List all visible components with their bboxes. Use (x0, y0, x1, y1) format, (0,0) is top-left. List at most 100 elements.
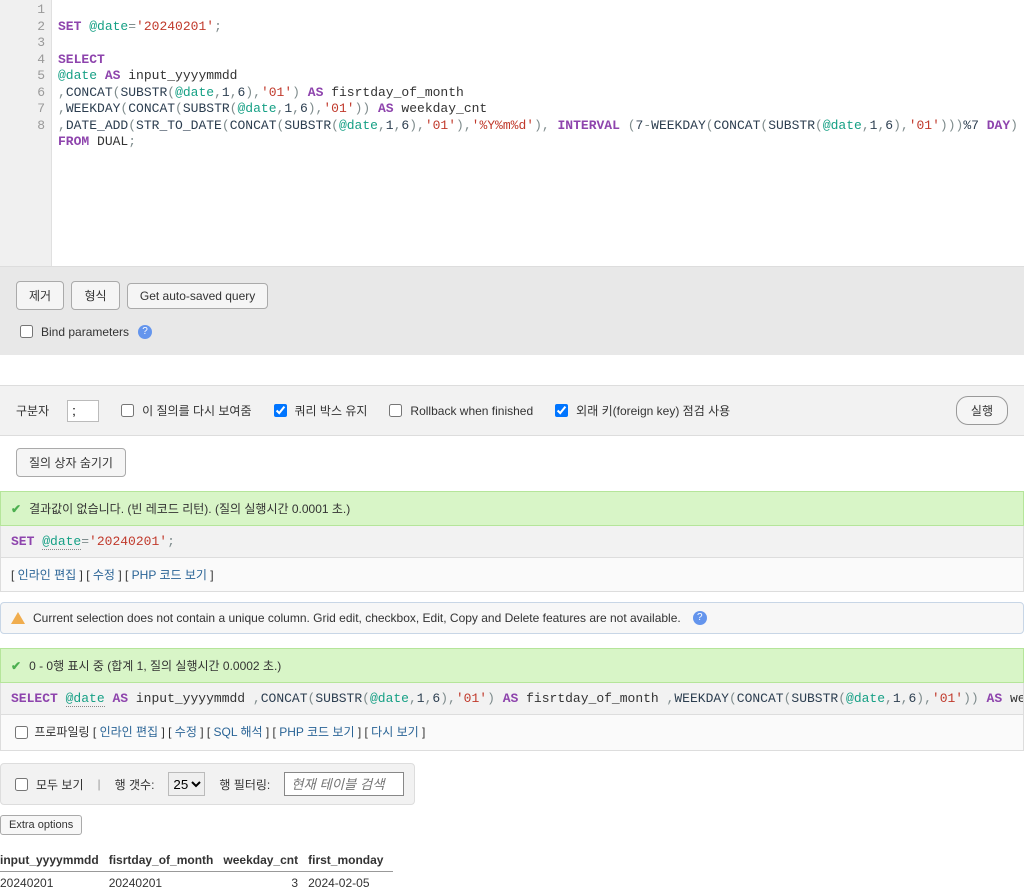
keep-box-checkbox[interactable] (274, 404, 287, 417)
kw-set: SET (11, 534, 34, 549)
date-lit: '20240201' (136, 19, 214, 34)
kw-day: DAY (987, 118, 1010, 133)
row-count-label: 행 갯수: (115, 776, 155, 793)
filter-input[interactable] (284, 772, 404, 796)
fn-concat: CONCAT (66, 85, 113, 100)
results-controls: 모두 보기 | 행 갯수: 25 행 필터링: (0, 763, 415, 805)
col-header[interactable]: weekday_cnt (223, 849, 308, 872)
delimiter-input[interactable] (67, 400, 99, 422)
rollback-text: Rollback when finished (410, 404, 533, 418)
remove-button[interactable]: 제거 (16, 281, 64, 310)
n1: 1 (222, 85, 230, 100)
fn-concat: CONCAT (714, 118, 761, 133)
date-lit: '20240201' (89, 534, 167, 549)
fn-substr: SUBSTR (768, 118, 815, 133)
format-button[interactable]: 형식 (71, 281, 119, 310)
help-icon[interactable]: ? (138, 325, 152, 339)
sql-explain-link[interactable]: SQL 해석 (214, 725, 263, 739)
kw-as: AS (987, 691, 1003, 706)
eq: = (128, 19, 136, 34)
fmt: '%Y%m%d' (472, 118, 534, 133)
fn-weekday: WEEKDAY (674, 691, 729, 706)
table-row: 20240201 20240201 3 2024-02-05 (0, 872, 393, 894)
s01: '01' (456, 691, 487, 706)
editor-gutter: 1 2 3 4 5 6 7 8 (0, 0, 52, 266)
col-weekday: weekday_cnt (1010, 691, 1024, 706)
show-all-checkbox[interactable] (15, 778, 28, 791)
inline-edit-link[interactable]: 인라인 편집 (100, 725, 159, 739)
editor-content[interactable]: SET @date='20240201'; SELECT @date AS in… (52, 0, 1024, 266)
rollback-checkbox[interactable] (389, 404, 402, 417)
col-input: input_yyyymmdd (128, 68, 237, 83)
kw-as: AS (503, 691, 519, 706)
var-date: @date (339, 118, 378, 133)
fn-concat: CONCAT (737, 691, 784, 706)
fn-concat: CONCAT (261, 691, 308, 706)
fn-dateadd: DATE_ADD (66, 118, 128, 133)
help-icon[interactable]: ? (693, 611, 707, 625)
keep-box-option[interactable]: 쿼리 박스 유지 (270, 401, 368, 420)
cell: 3 (223, 872, 308, 894)
rollback-option[interactable]: Rollback when finished (385, 401, 533, 420)
run-button[interactable]: 실행 (956, 396, 1008, 425)
php-code-link[interactable]: PHP 코드 보기 (132, 568, 207, 582)
hide-query-box-button[interactable]: 질의 상자 숨기기 (16, 448, 126, 477)
n1: 1 (893, 691, 901, 706)
n1: 1 (386, 118, 394, 133)
reload-link[interactable]: 다시 보기 (371, 725, 419, 739)
pct7: %7 (963, 118, 979, 133)
n1: 1 (417, 691, 425, 706)
show-again-checkbox[interactable] (121, 404, 134, 417)
fk-check-text: 외래 키(foreign key) 점검 사용 (576, 402, 730, 419)
editor-toolbar: 제거 형식 Get auto-saved query Bind paramete… (0, 266, 1024, 355)
col-header[interactable]: input_yyyymmdd (0, 849, 109, 872)
kw-as: AS (378, 101, 394, 116)
kw-from: FROM (58, 134, 89, 149)
fn-strtodate: STR_TO_DATE (136, 118, 222, 133)
auto-saved-button[interactable]: Get auto-saved query (127, 283, 268, 309)
fn-substr: SUBSTR (284, 118, 331, 133)
dual: DUAL (97, 134, 128, 149)
s01: '01' (932, 691, 963, 706)
result-table: input_yyyymmdd fisrtday_of_month weekday… (0, 849, 393, 894)
col-firstday: fisrtday_of_month (331, 85, 464, 100)
keep-box-text: 쿼리 박스 유지 (295, 402, 368, 419)
php-code-link[interactable]: PHP 코드 보기 (279, 725, 354, 739)
inline-edit-link[interactable]: 인라인 편집 (18, 568, 77, 582)
semi: ; (128, 134, 136, 149)
show-all-option[interactable]: 모두 보기 (11, 775, 84, 794)
edit-link[interactable]: 수정 (175, 725, 197, 739)
var-date: @date (175, 85, 214, 100)
success-message-1: ✔ 결과값이 없습니다. (빈 레코드 리턴). (질의 실행시간 0.0001… (0, 491, 1024, 526)
sql-display-2: SELECT @date AS input_yyyymmdd ,CONCAT(S… (0, 683, 1024, 715)
bind-params-checkbox[interactable] (20, 325, 33, 338)
fk-check-option[interactable]: 외래 키(foreign key) 점검 사용 (551, 401, 730, 420)
col-header[interactable]: first_monday (308, 849, 393, 872)
show-again-option[interactable]: 이 질의를 다시 보여줌 (117, 401, 251, 420)
edit-link[interactable]: 수정 (93, 568, 115, 582)
bind-params-text: Bind parameters (41, 325, 129, 339)
var-date: @date (237, 101, 276, 116)
var-date: @date (66, 691, 105, 707)
extra-options-button[interactable]: Extra options (0, 815, 82, 835)
bind-params-label[interactable]: Bind parameters ? (16, 322, 1008, 341)
kw-as: AS (308, 85, 324, 100)
row-count-select[interactable]: 25 (168, 772, 205, 796)
line-number: 6 (2, 85, 45, 102)
fk-check-checkbox[interactable] (555, 404, 568, 417)
line-number: 7 (2, 101, 45, 118)
s01: '01' (425, 118, 456, 133)
action-links-2: 프로파일링 [ 인라인 편집 ] [ 수정 ] [ SQL 해석 ] [ PHP… (0, 715, 1024, 751)
check-icon: ✔ (11, 659, 21, 673)
profiling-checkbox[interactable] (15, 726, 28, 739)
sql-editor[interactable]: 1 2 3 4 5 6 7 8 SET @date='20240201'; SE… (0, 0, 1024, 266)
fn-weekday: WEEKDAY (66, 101, 121, 116)
col-weekday: weekday_cnt (401, 101, 487, 116)
fn-concat: CONCAT (128, 101, 175, 116)
fn-substr: SUBSTR (791, 691, 838, 706)
col-header[interactable]: fisrtday_of_month (109, 849, 224, 872)
var-date: @date (89, 19, 128, 34)
success-text-1: 결과값이 없습니다. (빈 레코드 리턴). (질의 실행시간 0.0001 초… (29, 500, 350, 517)
cell: 2024-02-05 (308, 872, 393, 894)
kw-interval: INTERVAL (557, 118, 619, 133)
